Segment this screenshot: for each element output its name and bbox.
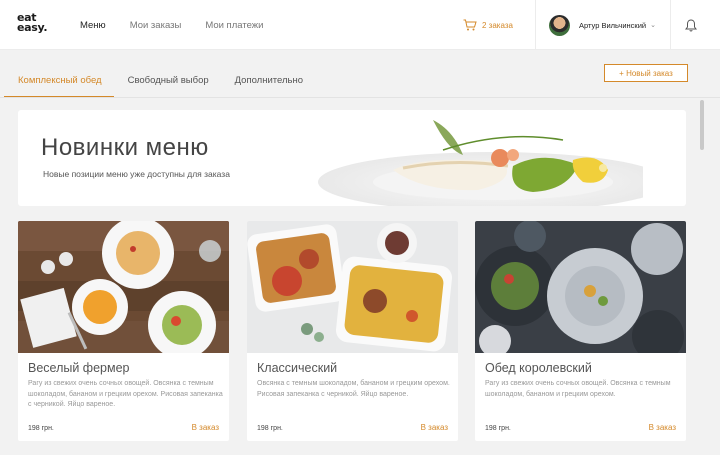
meal-price: 198 грн. (257, 425, 283, 432)
meal-price: 198 грн. (485, 425, 511, 432)
meal-description: Овсянка с темным шоколадом, бананом и гр… (257, 380, 450, 398)
notifications-button[interactable] (672, 0, 710, 50)
banner-subtitle: Новые позиции меню уже доступны для зака… (43, 169, 230, 179)
new-menu-banner[interactable]: Новинки меню Новые позиции меню уже дост… (18, 110, 686, 206)
nav-item-my-payments[interactable]: Мои платежи (205, 20, 263, 31)
meal-card[interactable]: Веселый фермер Рагу из свежих очень сочн… (18, 221, 229, 441)
meal-price: 198 грн. (28, 425, 54, 432)
meal-photo-2 (247, 221, 458, 353)
scrollbar[interactable] (700, 100, 704, 150)
chevron-down-icon: ⌄ (650, 22, 656, 29)
add-to-order-button[interactable]: В заказ (649, 423, 676, 432)
meal-card[interactable]: Обед королевский Рагу из свежих очень со… (475, 221, 686, 441)
meal-description: Рагу из свежих очень сочных овощей. Овся… (485, 380, 671, 398)
nav-item-my-orders[interactable]: Мои заказы (130, 20, 182, 31)
main-nav: Меню Мои заказы Мои платежи (80, 0, 287, 50)
meal-title: Классический (257, 361, 338, 375)
new-order-button[interactable]: + Новый заказ (604, 64, 688, 82)
meal-photo-3 (475, 221, 686, 353)
cart-button[interactable]: 2 заказа (463, 0, 536, 50)
tab-free-choice[interactable]: Свободный выбор (114, 66, 221, 98)
avatar (549, 14, 570, 36)
add-to-order-button[interactable]: В заказ (192, 423, 219, 432)
meal-description: Рагу из свежих очень сочных овощей. Овся… (28, 380, 223, 408)
tab-additional[interactable]: Дополнительно (221, 66, 315, 98)
meal-title: Обед королевский (485, 361, 592, 375)
cart-icon (463, 19, 477, 31)
tabs-divider (0, 97, 720, 98)
bell-icon (685, 18, 697, 31)
meal-photo-1 (18, 221, 229, 353)
add-to-order-button[interactable]: В заказ (421, 423, 448, 432)
meal-card[interactable]: Классический Овсянка с темным шоколадом,… (247, 221, 458, 441)
banner-title: Новинки меню (41, 134, 209, 161)
user-name: Артур Вильчинский (579, 20, 647, 30)
logo-line-2: easy. (17, 21, 48, 34)
cart-count-label: 2 заказа (482, 20, 513, 30)
top-header: eat easy. Меню Мои заказы Мои платежи 2 … (0, 0, 720, 50)
meal-title: Веселый фермер (28, 361, 130, 375)
nav-item-menu[interactable]: Меню (80, 20, 106, 31)
banner-dish-image (318, 120, 643, 206)
logo[interactable]: eat easy. (17, 12, 48, 34)
menu-tabs: Комплексный обед Свободный выбор Дополни… (4, 66, 315, 98)
user-menu[interactable]: Артур Вильчинский ⌄ (536, 0, 671, 50)
tab-complex-lunch[interactable]: Комплексный обед (4, 66, 114, 98)
